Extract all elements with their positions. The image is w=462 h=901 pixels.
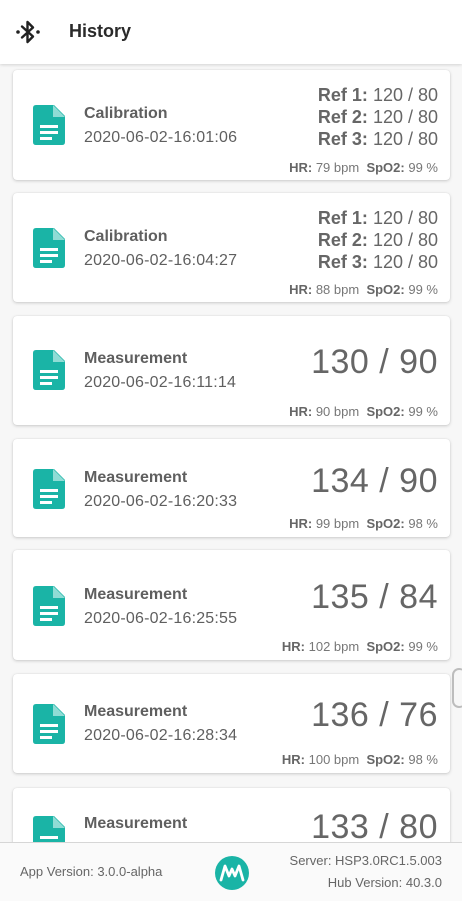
ref-value: 120 / 80 bbox=[372, 129, 438, 149]
document-icon bbox=[33, 469, 65, 509]
ref-label: Ref 1: bbox=[317, 85, 368, 105]
history-card[interactable]: Measurement 2020-06-02-16:20:33 134 / 90… bbox=[13, 439, 450, 537]
ref-value: 120 / 80 bbox=[372, 85, 438, 105]
history-card[interactable]: Measurement 2020-06-02-16:25:55 135 / 84… bbox=[13, 550, 450, 660]
spo2-value: 99 % bbox=[408, 282, 438, 297]
ref-3-line: Ref 3: 120 / 80 bbox=[318, 252, 438, 273]
record-timestamp: 2020-06-02-16:28:34 bbox=[84, 727, 238, 744]
spo2-value: 99 % bbox=[408, 160, 438, 175]
ref-value: 120 / 80 bbox=[372, 230, 438, 250]
vitals-line: HR: 88 bpm SpO2: 99 % bbox=[289, 282, 438, 297]
record-timestamp: 2020-06-02-16:20:33 bbox=[84, 493, 238, 510]
footer: App Version: 3.0.0-alpha Server: HSP3.0R… bbox=[0, 842, 462, 901]
ref-label: Ref 2: bbox=[317, 230, 368, 250]
record-timestamp: 2020-06-02-16:04:27 bbox=[84, 252, 238, 269]
history-card[interactable]: Calibration 2020-06-02-16:04:27 Ref 1: 1… bbox=[13, 193, 450, 302]
document-icon bbox=[33, 350, 65, 390]
hr-value: 88 bpm bbox=[315, 282, 360, 297]
spo2-label: SpO2: bbox=[366, 639, 405, 654]
spo2-value: 98 % bbox=[408, 752, 438, 767]
spo2-value: 99 % bbox=[408, 404, 438, 419]
vitals-line: HR: 102 bpm SpO2: 99 % bbox=[282, 639, 438, 654]
hr-label: HR: bbox=[289, 404, 313, 419]
ref-label: Ref 3: bbox=[317, 252, 368, 272]
hr-label: HR: bbox=[281, 752, 305, 767]
history-card[interactable]: Measurement 2020-06-02-16:28:34 136 / 76… bbox=[13, 674, 450, 773]
spo2-label: SpO2: bbox=[366, 404, 405, 419]
vitals-line: HR: 99 bpm SpO2: 98 % bbox=[289, 516, 438, 531]
record-timestamp: 2020-06-02-16:01:06 bbox=[84, 129, 238, 146]
ref-value: 120 / 80 bbox=[372, 107, 438, 127]
hr-value: 79 bpm bbox=[315, 160, 360, 175]
record-type: Measurement bbox=[84, 469, 188, 486]
history-card[interactable]: Calibration 2020-06-02-16:01:06 Ref 1: 1… bbox=[13, 70, 450, 180]
hr-value: 90 bpm bbox=[315, 404, 360, 419]
history-card[interactable]: Measurement 133 / 80 bbox=[13, 788, 450, 842]
document-icon bbox=[33, 586, 65, 626]
ref-value: 120 / 80 bbox=[372, 252, 438, 272]
hr-label: HR: bbox=[289, 160, 313, 175]
maxim-logo bbox=[215, 856, 249, 890]
hr-label: HR: bbox=[289, 282, 313, 297]
ref-3-line: Ref 3: 120 / 80 bbox=[318, 129, 438, 150]
hr-value: 99 bpm bbox=[315, 516, 360, 531]
app-version: App Version: 3.0.0-alpha bbox=[20, 864, 163, 879]
ref-1-line: Ref 1: 120 / 80 bbox=[318, 85, 438, 106]
app-bar: History bbox=[0, 0, 462, 64]
vitals-line: HR: 79 bpm SpO2: 99 % bbox=[289, 160, 438, 175]
spo2-value: 99 % bbox=[408, 639, 438, 654]
ref-2-line: Ref 2: 120 / 80 bbox=[318, 107, 438, 128]
ref-label: Ref 1: bbox=[317, 208, 368, 228]
ref-value: 120 / 80 bbox=[372, 208, 438, 228]
spo2-label: SpO2: bbox=[366, 516, 405, 531]
record-timestamp: 2020-06-02-16:11:14 bbox=[84, 374, 237, 391]
record-type: Measurement bbox=[84, 350, 188, 367]
spo2-label: SpO2: bbox=[366, 160, 405, 175]
blood-pressure-value: 130 / 90 bbox=[311, 343, 438, 381]
scroll-handle[interactable] bbox=[452, 668, 462, 708]
spo2-label: SpO2: bbox=[366, 282, 405, 297]
hr-value: 100 bpm bbox=[308, 752, 360, 767]
record-type: Calibration bbox=[84, 228, 168, 245]
blood-pressure-value: 136 / 76 bbox=[311, 696, 438, 734]
record-type: Calibration bbox=[84, 105, 168, 122]
ref-label: Ref 2: bbox=[317, 107, 368, 127]
history-card[interactable]: Measurement 2020-06-02-16:11:14 130 / 90… bbox=[13, 316, 450, 425]
blood-pressure-value: 133 / 80 bbox=[311, 808, 438, 842]
document-icon bbox=[33, 105, 65, 145]
server-version: Server: HSP3.0RC1.5.003 bbox=[289, 853, 442, 868]
bluetooth-icon[interactable] bbox=[15, 19, 41, 45]
record-type: Measurement bbox=[84, 815, 188, 832]
document-icon bbox=[33, 704, 65, 744]
record-type: Measurement bbox=[84, 703, 188, 720]
hr-value: 102 bpm bbox=[308, 639, 360, 654]
blood-pressure-value: 134 / 90 bbox=[311, 462, 438, 500]
spo2-value: 98 % bbox=[408, 516, 438, 531]
ref-label: Ref 3: bbox=[317, 129, 368, 149]
page-title: History bbox=[69, 21, 132, 41]
ref-2-line: Ref 2: 120 / 80 bbox=[318, 230, 438, 251]
vitals-line: HR: 90 bpm SpO2: 99 % bbox=[289, 404, 438, 419]
vitals-line: HR: 100 bpm SpO2: 98 % bbox=[282, 752, 438, 767]
document-icon bbox=[33, 228, 65, 268]
hub-version: Hub Version: 40.3.0 bbox=[327, 875, 442, 890]
record-timestamp: 2020-06-02-16:25:55 bbox=[84, 610, 238, 627]
history-list[interactable]: Calibration 2020-06-02-16:01:06 Ref 1: 1… bbox=[0, 64, 462, 842]
spo2-label: SpO2: bbox=[366, 752, 405, 767]
ref-1-line: Ref 1: 120 / 80 bbox=[318, 208, 438, 229]
document-icon bbox=[33, 816, 65, 842]
hr-label: HR: bbox=[289, 516, 313, 531]
hr-label: HR: bbox=[281, 639, 305, 654]
blood-pressure-value: 135 / 84 bbox=[311, 578, 438, 616]
record-type: Measurement bbox=[84, 586, 188, 603]
